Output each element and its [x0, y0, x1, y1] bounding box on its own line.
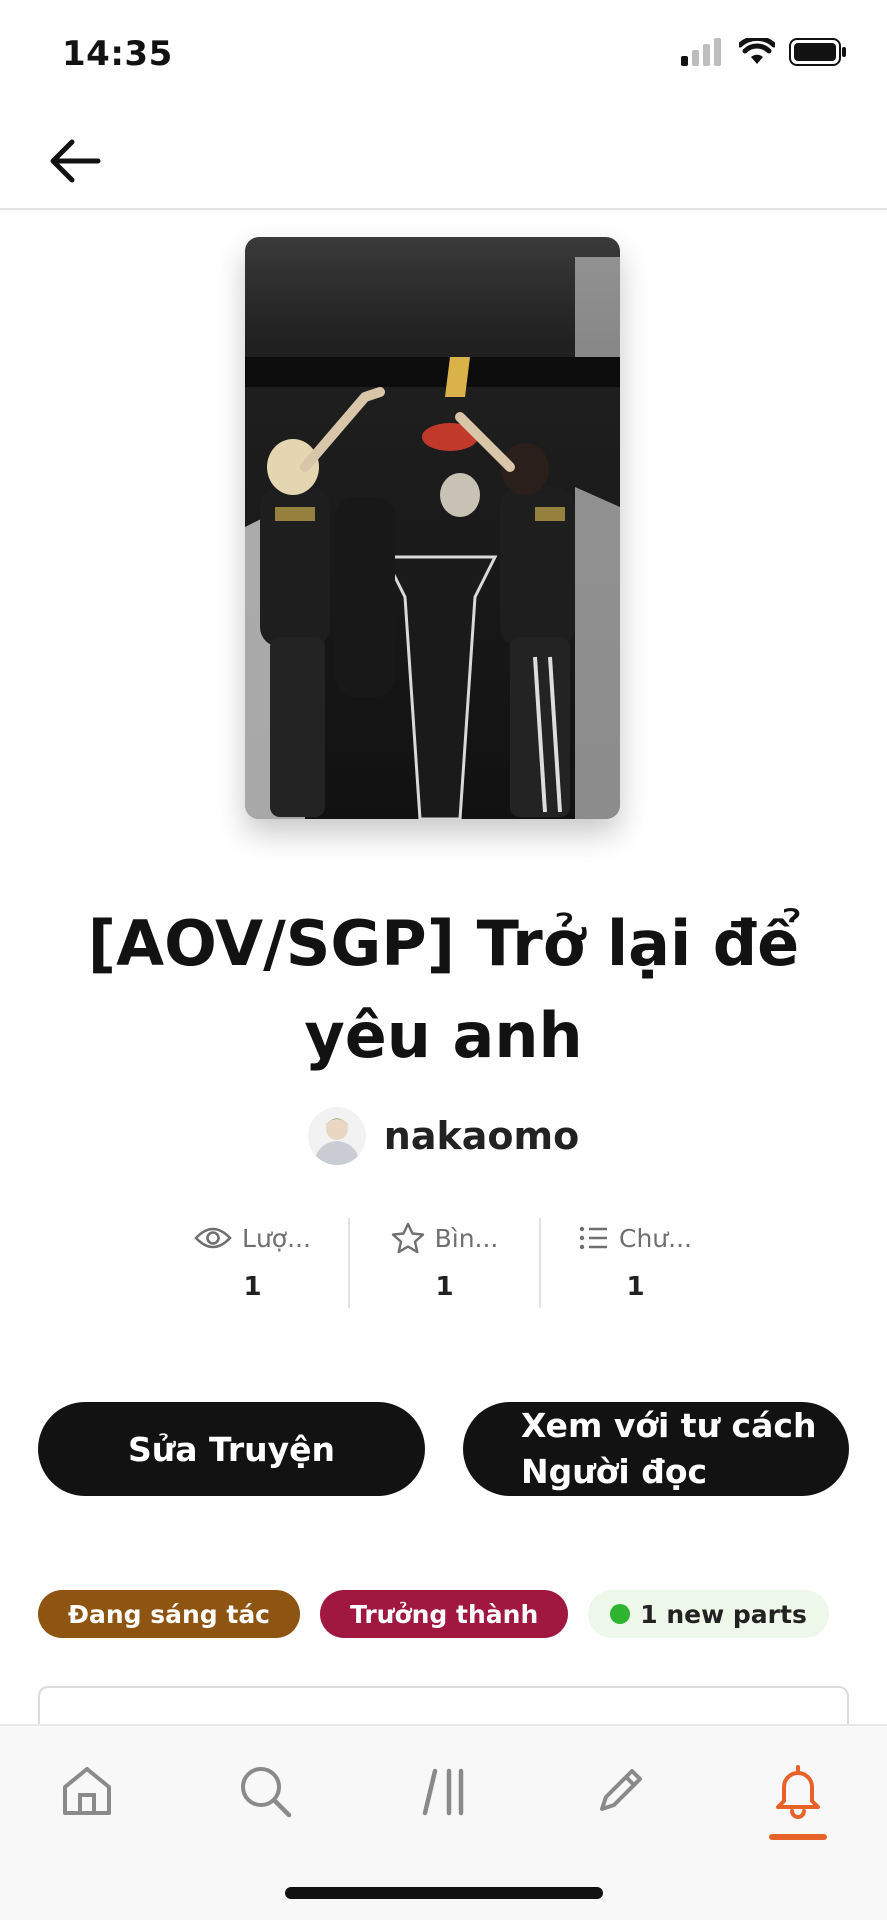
story-tags: Đang sáng tác Trưởng thành 1 new parts	[38, 1590, 829, 1638]
list-icon	[579, 1226, 607, 1250]
tab-write[interactable]	[585, 1756, 655, 1826]
green-dot-icon	[610, 1604, 631, 1624]
search-icon	[241, 1767, 292, 1818]
status-time: 14:35	[62, 34, 173, 74]
view-as-reader-button[interactable]: Xem với tư cách Người đọc	[463, 1402, 849, 1496]
library-icon	[422, 1768, 464, 1816]
stat-label: Bìn...	[434, 1223, 499, 1253]
home-icon	[63, 1767, 111, 1815]
story-cover-image[interactable]	[245, 237, 620, 819]
view-as-reader-label: Xem với tư cách Người đọc	[521, 1406, 817, 1491]
stat-label: Chư...	[619, 1223, 692, 1253]
status-bar: 14:35	[0, 0, 887, 110]
arrow-left-icon	[50, 139, 101, 183]
wifi-icon	[739, 38, 775, 64]
stat-reads: Lượ... 1	[157, 1218, 348, 1308]
notification-bell-icon	[776, 1765, 820, 1819]
back-button[interactable]	[42, 128, 108, 194]
stat-parts: Chư... 1	[539, 1218, 730, 1308]
active-tab-indicator	[769, 1834, 827, 1840]
eye-icon	[194, 1227, 232, 1249]
stat-value: 1	[435, 1272, 454, 1302]
battery-icon	[789, 38, 846, 66]
stat-label: Lượ...	[242, 1223, 311, 1253]
tab-home[interactable]	[52, 1756, 122, 1826]
author-row[interactable]: nakaomo	[0, 1105, 887, 1167]
home-indicator	[285, 1887, 603, 1899]
status-icons	[681, 38, 847, 66]
stat-votes: Bìn... 1	[348, 1218, 539, 1308]
author-name: nakaomo	[383, 1114, 580, 1158]
avatar	[307, 1107, 366, 1165]
status-badge: Đang sáng tác	[38, 1590, 301, 1638]
mature-badge: Trưởng thành	[320, 1590, 569, 1638]
write-icon	[600, 1769, 642, 1811]
edit-story-button[interactable]: Sửa Truyện	[38, 1402, 425, 1496]
new-parts-label: 1 new parts	[640, 1599, 807, 1629]
stat-value: 1	[626, 1272, 645, 1302]
stat-value: 1	[243, 1272, 262, 1302]
story-title: [AOV/SGP] Trở lại để yêu anh	[87, 907, 800, 1072]
tab-library[interactable]	[410, 1756, 480, 1826]
top-nav	[0, 110, 887, 210]
tab-search[interactable]	[230, 1756, 300, 1826]
story-stats: Lượ... 1 Bìn... 1 Chư... 1	[157, 1218, 730, 1308]
tab-notifications[interactable]	[763, 1756, 833, 1826]
star-icon	[391, 1222, 424, 1254]
new-parts-badge: 1 new parts	[588, 1590, 829, 1638]
signal-icon	[681, 38, 721, 66]
